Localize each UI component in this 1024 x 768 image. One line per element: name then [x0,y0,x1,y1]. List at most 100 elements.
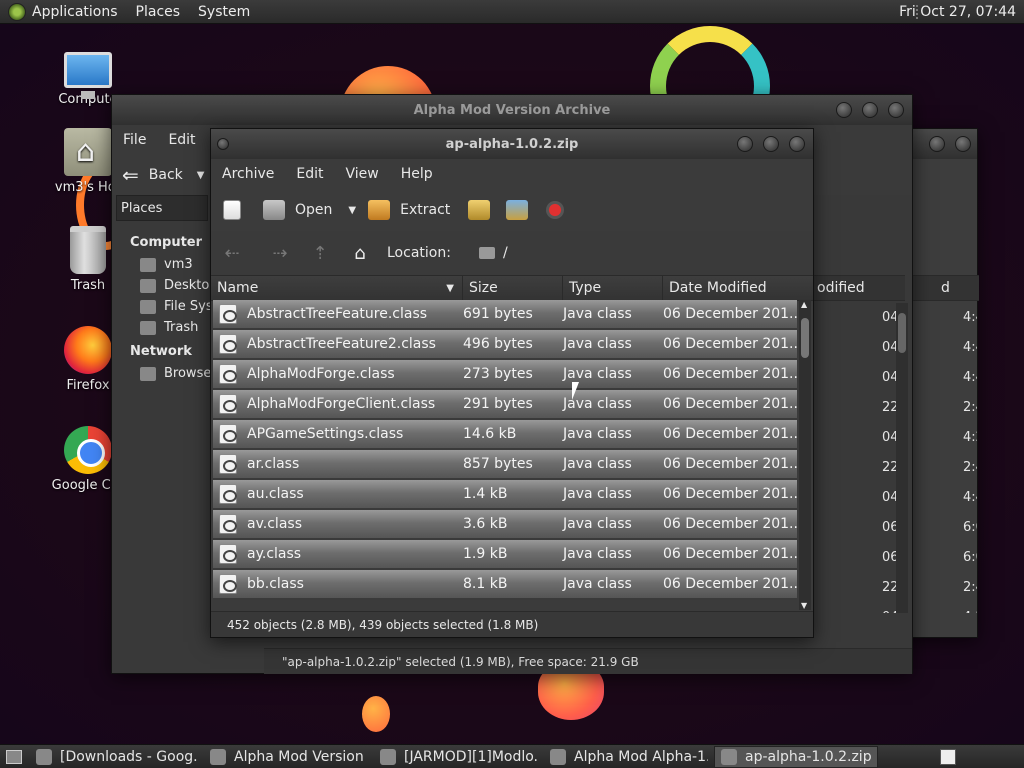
time-cell: 4:44 [963,310,977,325]
close-button[interactable] [955,136,971,152]
table-row[interactable]: ay.class 1.9 kB Java class 06 December 201.… [213,540,797,570]
file-name: AbstractTreeFeature.class [247,306,428,322]
clock[interactable]: Fri Oct 27, 07:44 [899,4,1016,20]
status-bar: "ap-alpha-1.0.2.zip" selected (1.9 MB), … [264,648,912,674]
table-row[interactable]: bb.class 8.1 kB Java class 06 December 201.… [213,570,797,600]
computer-icon [64,52,112,99]
vertical-scrollbar[interactable] [896,303,908,613]
cell-size: 691 bytes [463,306,533,322]
stop-button[interactable] [546,201,574,219]
scroll-up-icon[interactable]: ▲ [801,300,807,309]
menu-view[interactable]: View [346,166,379,182]
file-list[interactable]: AbstractTreeFeature.class 691 bytes Java c… [213,300,797,610]
sidebar-item-filesystem[interactable]: File Syst [112,296,212,317]
column-header-size[interactable]: Size [463,275,563,301]
add-files-button[interactable] [468,200,500,220]
table-row[interactable]: AlphaModForge.class 273 bytes Java class 06… [213,360,797,390]
sidebar-item-label: vm3 [164,257,193,272]
cell-name: APGameSettings.class [213,424,463,444]
taskbar-item[interactable]: Alpha Mod Version ... [204,746,368,768]
minimize-button[interactable] [836,102,852,118]
cell-name: AbstractTreeFeature2.class [213,334,463,354]
time-column: 4:44 4:44 4:40 2:45 4:20 2:45 4:44 6:02 6:09 2:45… [963,303,977,613]
extract-button[interactable]: Extract [368,200,450,220]
show-desktop-icon[interactable] [6,749,22,764]
back-label: Back [148,167,183,183]
home-icon [140,257,156,272]
column-header-label: Type [569,280,602,296]
window-menu-button[interactable] [217,138,229,150]
minimize-button[interactable] [737,136,753,152]
scroll-down-icon[interactable]: ▼ [801,601,807,610]
vertical-scrollbar[interactable]: ▲ ▼ [799,300,811,610]
cell-size: 291 bytes [463,396,533,412]
menu-edit[interactable]: Edit [296,166,323,182]
table-row[interactable]: au.class 1.4 kB Java class 06 December 201.… [213,480,797,510]
places-selector[interactable]: Places [116,195,208,221]
java-class-file-icon [219,424,237,444]
column-header-name[interactable]: Name ▼ [211,275,463,301]
forward-arrow-icon[interactable]: ⇢ [269,243,291,264]
taskbar-item[interactable]: [Downloads - Goog... [30,746,198,768]
window-title: ap-alpha-1.0.2.zip [445,136,579,152]
close-button[interactable] [888,102,904,118]
back-arrow-icon: ⇐ [122,163,139,187]
distro-logo-icon[interactable] [8,2,26,21]
minimize-button[interactable] [929,136,945,152]
sidebar-item-desktop[interactable]: Desktop [112,275,212,296]
dropdown-arrow-icon[interactable]: ▼ [197,170,205,181]
back-button[interactable]: ⇐ Back ▼ [122,163,204,187]
open-button[interactable]: Open ▼ [263,200,356,220]
column-header-type[interactable]: Type [563,275,663,301]
places-label: Places [121,200,163,216]
window-titlebar[interactable]: Alpha Mod Version Archive [112,95,912,125]
taskbar-item[interactable]: [JARMOD][1]Modlo... [374,746,538,768]
home-icon[interactable]: ⌂ [349,243,371,264]
table-row[interactable]: AbstractTreeFeature2.class 496 bytes Java … [213,330,797,360]
table-row[interactable]: AlphaModForgeClient.class 291 bytes Java c… [213,390,797,420]
cell-type: Java class [563,366,632,382]
table-row[interactable]: APGameSettings.class 14.6 kB Java class 06 … [213,420,797,450]
cell-size: 1.9 kB [463,546,508,562]
cell-date: 06 December 201... [663,516,797,532]
table-row[interactable]: AbstractTreeFeature.class 691 bytes Java c… [213,300,797,330]
sidebar-item-trash[interactable]: Trash [112,317,212,338]
column-header-date-modified[interactable]: odified [813,275,905,301]
workspace-switcher-icon[interactable] [940,748,956,765]
table-row[interactable]: ar.class 857 bytes Java class 06 December 2… [213,450,797,480]
back-arrow-icon[interactable]: ⇠ [221,243,243,264]
sidebar-item-browse-network[interactable]: Browse N [112,363,212,384]
time-cell: 2:45 [963,580,977,595]
maximize-button[interactable] [763,136,779,152]
up-arrow-icon[interactable]: ⇡ [309,243,331,264]
cell-date: 06 December 201... [663,396,797,412]
cell-date: 06 December 201... [663,456,797,472]
cell-date: 06 December 201... [663,576,797,592]
menu-file[interactable]: File [123,132,146,148]
add-folder-button[interactable] [506,200,538,220]
new-archive-button[interactable] [223,200,251,220]
scrollbar-thumb[interactable] [801,318,809,358]
cell-type: Java class [563,306,632,322]
archive-manager-window[interactable]: ap-alpha-1.0.2.zip Archive Edit View Hel… [210,128,814,638]
java-class-file-icon [219,484,237,504]
maximize-button[interactable] [862,102,878,118]
menu-help[interactable]: Help [401,166,433,182]
table-row[interactable]: av.class 3.6 kB Java class 06 December 201.… [213,510,797,540]
dropdown-arrow-icon[interactable]: ▼ [348,205,356,216]
menu-archive[interactable]: Archive [222,166,274,182]
taskbar-item[interactable]: Alpha Mod Alpha-1.... [544,746,708,768]
location-path[interactable]: / [503,245,508,261]
cell-size: 857 bytes [463,456,533,472]
scrollbar-thumb[interactable] [898,313,906,353]
time-cell: 22:45 [882,580,896,595]
window-titlebar[interactable]: ap-alpha-1.0.2.zip [211,129,813,159]
close-button[interactable] [789,136,805,152]
taskbar-item[interactable]: ap-alpha-1.0.2.zip [714,745,878,768]
system-menu[interactable]: System [198,4,250,20]
places-menu[interactable]: Places [136,4,181,20]
sidebar-item-vm3[interactable]: vm3 [112,254,212,275]
menu-edit[interactable]: Edit [168,132,195,148]
column-header-date-modified[interactable]: Date Modified [663,275,797,301]
applications-menu[interactable]: Applications [32,4,118,20]
